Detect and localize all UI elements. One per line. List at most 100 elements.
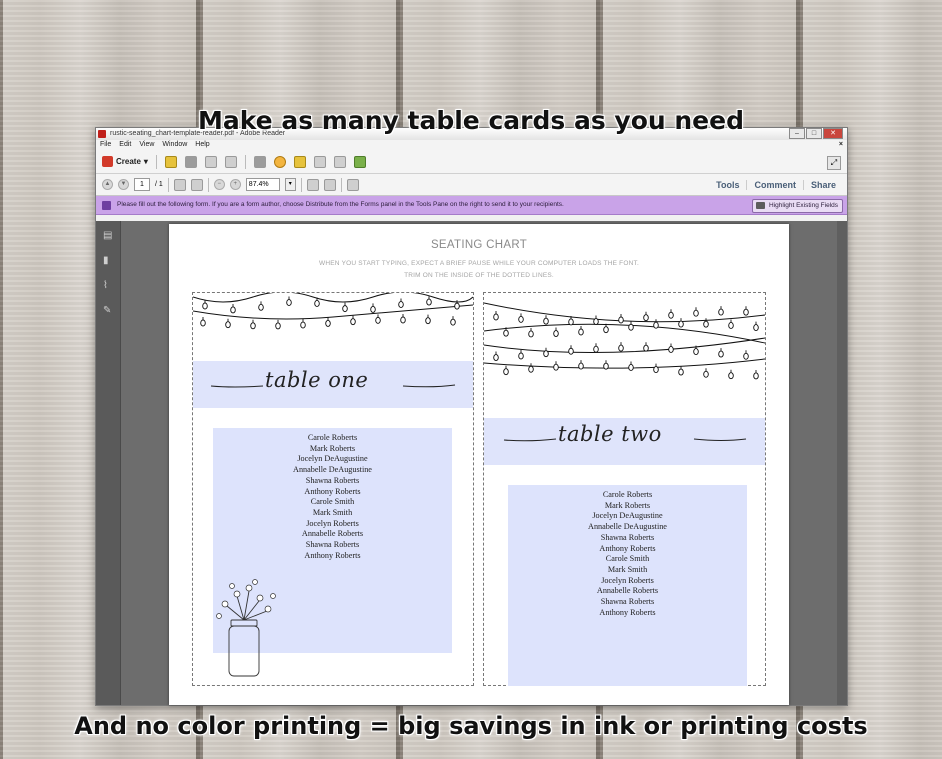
guest-name[interactable]: Mark Smith bbox=[213, 508, 452, 519]
zoom-dropdown-icon[interactable]: ▾ bbox=[284, 178, 296, 191]
light-bulb bbox=[200, 319, 206, 327]
light-bulb bbox=[350, 318, 356, 326]
bookmarks-icon[interactable]: ▮ bbox=[103, 256, 113, 266]
toolbar-divider bbox=[244, 154, 246, 169]
light-bulb bbox=[454, 302, 460, 310]
light-bulb bbox=[668, 311, 674, 319]
light-bulb bbox=[728, 322, 734, 329]
save-icon[interactable] bbox=[184, 155, 197, 168]
string-lights-illustration bbox=[484, 302, 765, 380]
light-bulb bbox=[450, 318, 456, 326]
guest-name[interactable]: Anthony Roberts bbox=[213, 551, 452, 562]
light-bulb bbox=[643, 314, 649, 322]
light-bulb bbox=[425, 317, 431, 325]
create-label: Create bbox=[116, 157, 141, 166]
light-bulb bbox=[518, 315, 524, 323]
previous-page-icon[interactable]: ▲ bbox=[102, 179, 113, 190]
guest-name[interactable]: Jocelyn Roberts bbox=[508, 576, 747, 587]
menu-bar: File Edit View Window Help × bbox=[96, 140, 847, 150]
sign-icon[interactable] bbox=[333, 155, 346, 168]
guest-name[interactable]: Carole Roberts bbox=[508, 490, 747, 501]
light-bulb bbox=[300, 321, 306, 329]
guest-list: Carole Roberts Mark Roberts Jocelyn DeAu… bbox=[213, 428, 452, 561]
guest-name[interactable]: Mark Roberts bbox=[213, 444, 452, 455]
light-bulb bbox=[518, 352, 524, 360]
tools-link[interactable]: Tools bbox=[709, 180, 746, 190]
light-bulb bbox=[493, 354, 499, 361]
guest-name[interactable]: Anthony Roberts bbox=[508, 608, 747, 619]
menu-window[interactable]: Window bbox=[162, 140, 187, 150]
create-icon bbox=[102, 156, 113, 167]
guest-name[interactable]: Shawna Roberts bbox=[213, 540, 452, 551]
guest-name[interactable]: Jocelyn DeAugustine bbox=[508, 511, 747, 522]
light-bulb bbox=[753, 372, 759, 380]
table-card-one: table one Carole Roberts Mark Roberts Jo… bbox=[192, 292, 474, 686]
zoom-level-input[interactable]: 87.4% bbox=[245, 178, 280, 191]
fit-page-icon[interactable] bbox=[323, 178, 336, 191]
light-bulb bbox=[753, 324, 759, 332]
read-mode-icon[interactable] bbox=[346, 178, 359, 191]
guest-name[interactable]: Mark Smith bbox=[508, 565, 747, 576]
menu-view[interactable]: View bbox=[139, 140, 154, 150]
light-bulb bbox=[703, 370, 709, 378]
highlight-fields-button[interactable]: Highlight Existing Fields bbox=[751, 199, 843, 213]
comment-icon[interactable] bbox=[273, 155, 286, 168]
zoom-out-icon[interactable]: − bbox=[213, 179, 225, 190]
guest-name[interactable]: Annabelle Roberts bbox=[508, 586, 747, 597]
guest-name[interactable]: Carole Smith bbox=[213, 497, 452, 508]
vertical-scrollbar[interactable] bbox=[837, 221, 847, 705]
guest-name[interactable]: Mark Roberts bbox=[508, 501, 747, 512]
light-bulb bbox=[728, 372, 734, 380]
page-thumbnails-icon[interactable]: ▤ bbox=[103, 231, 113, 241]
expand-icon[interactable]: ⤢ bbox=[827, 156, 841, 170]
fit-width-icon[interactable] bbox=[306, 178, 319, 191]
print-icon[interactable] bbox=[204, 155, 217, 168]
guest-name[interactable]: Anthony Roberts bbox=[213, 487, 452, 498]
light-bulb bbox=[653, 366, 659, 374]
form-message: Please fill out the following form. If y… bbox=[117, 201, 564, 208]
document-title: SEATING CHART bbox=[430, 239, 528, 251]
signatures-icon[interactable]: ✎ bbox=[103, 306, 113, 316]
close-document-icon[interactable]: × bbox=[839, 140, 843, 150]
share-link[interactable]: Share bbox=[802, 179, 843, 190]
light-bulb bbox=[400, 316, 406, 324]
guest-name[interactable]: Carole Smith bbox=[508, 554, 747, 565]
menu-help[interactable]: Help bbox=[195, 140, 209, 150]
guest-name[interactable]: Shawna Roberts bbox=[508, 533, 747, 544]
attachments-icon[interactable]: ⌇ bbox=[103, 281, 113, 291]
create-button[interactable]: Create ▾ bbox=[102, 156, 148, 167]
light-bulb bbox=[275, 322, 281, 330]
light-bulb bbox=[202, 302, 208, 310]
open-icon[interactable] bbox=[164, 155, 177, 168]
select-cursor-icon[interactable] bbox=[173, 178, 186, 191]
table-name-band: table two bbox=[484, 418, 765, 465]
menu-file[interactable]: File bbox=[100, 140, 111, 150]
page-number-input[interactable]: 1 bbox=[134, 178, 150, 191]
comment-link[interactable]: Comment bbox=[746, 179, 803, 190]
guest-name[interactable]: Annabelle Roberts bbox=[213, 529, 452, 540]
highlight-icon[interactable] bbox=[293, 155, 306, 168]
email-icon[interactable] bbox=[224, 155, 237, 168]
string-lights-illustration bbox=[193, 293, 473, 330]
export-icon[interactable] bbox=[353, 155, 366, 168]
guest-name[interactable]: Shawna Roberts bbox=[213, 476, 452, 487]
guest-name[interactable]: Annabelle DeAugustine bbox=[508, 522, 747, 533]
mason-jar-illustration bbox=[216, 579, 276, 677]
light-bulb bbox=[593, 345, 599, 353]
toolbar-divider bbox=[300, 177, 302, 192]
hand-tool-icon[interactable] bbox=[190, 178, 203, 191]
document-subtitle: WHEN YOU START TYPING, EXPECT A BRIEF PA… bbox=[319, 260, 639, 267]
attach-icon[interactable] bbox=[313, 155, 326, 168]
settings-icon[interactable] bbox=[253, 155, 266, 168]
zoom-in-icon[interactable]: + bbox=[229, 179, 241, 190]
guest-name[interactable]: Shawna Roberts bbox=[508, 597, 747, 608]
guest-name[interactable]: Jocelyn DeAugustine bbox=[213, 454, 452, 465]
next-page-icon[interactable]: ▼ bbox=[118, 179, 129, 190]
light-bulb bbox=[693, 348, 699, 356]
guest-name[interactable]: Carole Roberts bbox=[213, 433, 452, 444]
guest-name[interactable]: Annabelle DeAugustine bbox=[213, 465, 452, 476]
light-bulb bbox=[568, 318, 574, 326]
guest-name[interactable]: Jocelyn Roberts bbox=[213, 519, 452, 530]
menu-edit[interactable]: Edit bbox=[119, 140, 131, 150]
guest-name[interactable]: Anthony Roberts bbox=[508, 544, 747, 555]
